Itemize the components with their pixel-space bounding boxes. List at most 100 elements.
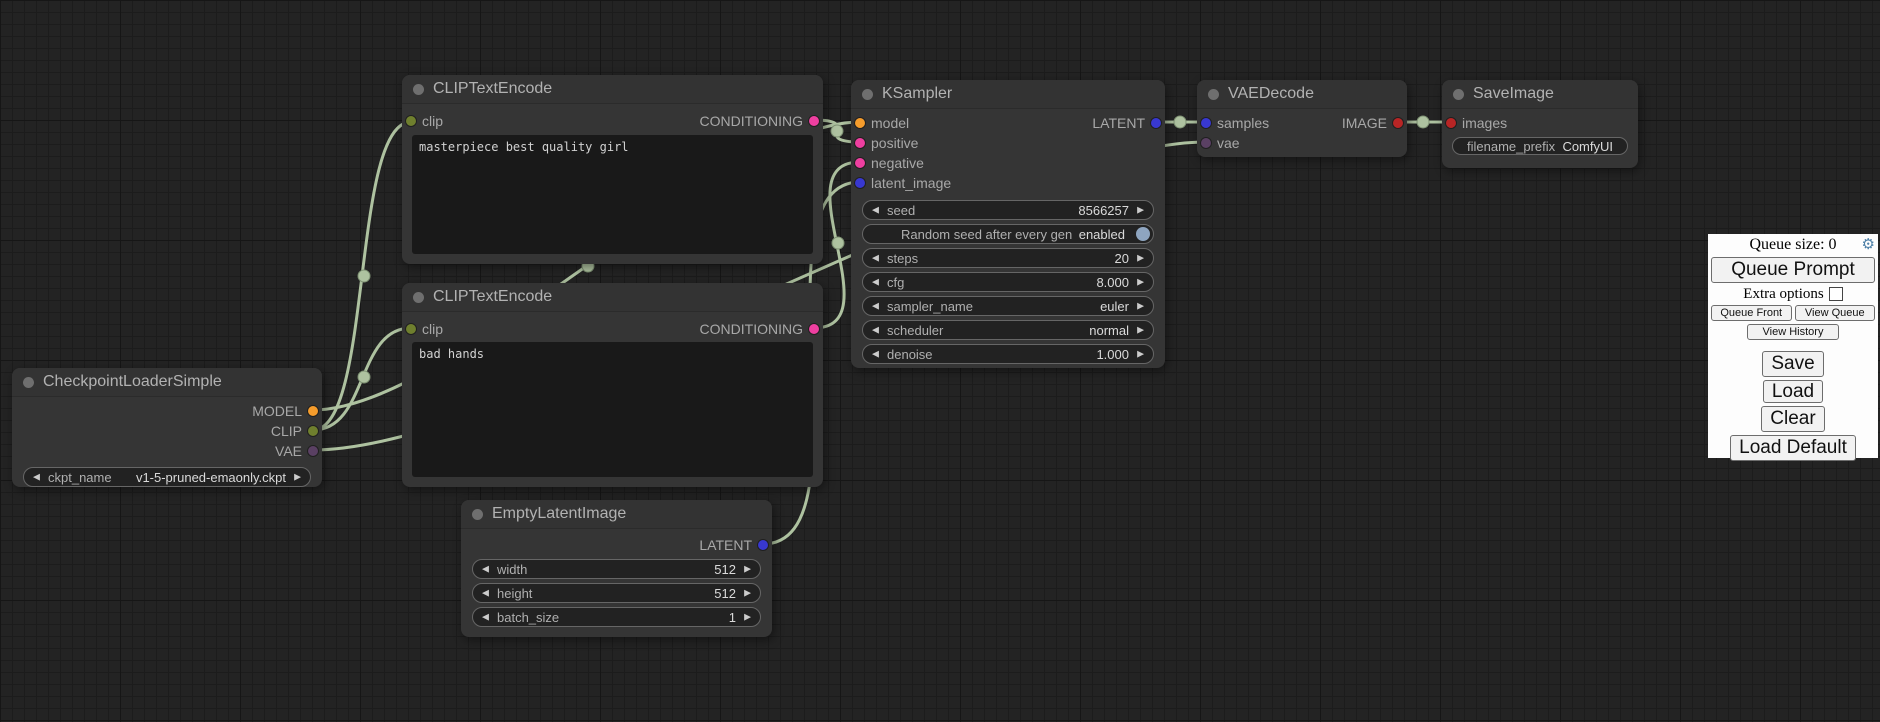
widget-label: sampler_name [887, 299, 1100, 314]
node-clip-text-encode-negative[interactable]: CLIPTextEncode clip CONDITIONING bad han… [402, 283, 823, 487]
decrement-arrow-icon[interactable]: ◀ [482, 565, 489, 574]
node-clip-text-encode-positive[interactable]: CLIPTextEncode clip CONDITIONING masterp… [402, 75, 823, 264]
widget-label: filename_prefix [1467, 139, 1562, 154]
node-save-image[interactable]: SaveImage images filename_prefix ComfyUI [1442, 80, 1638, 168]
input-label-negative: negative [871, 155, 924, 171]
model-output-port[interactable] [308, 406, 318, 416]
positive-input-port[interactable] [855, 138, 865, 148]
increment-arrow-icon[interactable]: ▶ [294, 473, 301, 482]
toggle-knob-icon[interactable] [1136, 227, 1150, 241]
vae-input-port[interactable] [1201, 138, 1211, 148]
collapse-dot-icon[interactable] [862, 89, 873, 100]
latent-output-port[interactable] [758, 540, 768, 550]
node-title-bar[interactable]: CheckpointLoaderSimple [12, 368, 322, 397]
output-label-conditioning: CONDITIONING [700, 113, 803, 129]
save-button[interactable]: Save [1762, 351, 1823, 377]
samples-input-port[interactable] [1201, 118, 1211, 128]
node-title-bar[interactable]: SaveImage [1442, 80, 1638, 109]
decrement-arrow-icon[interactable]: ◀ [33, 473, 40, 482]
node-empty-latent-image[interactable]: EmptyLatentImage LATENT ◀ width 512 ▶ ◀ … [461, 500, 772, 637]
input-label-images: images [1462, 115, 1507, 131]
node-ksampler[interactable]: KSampler model LATENT positive negative … [851, 80, 1165, 368]
link-midpoint-dot [358, 371, 370, 383]
node-checkpoint-loader[interactable]: CheckpointLoaderSimple MODEL CLIP VAE ◀ … [12, 368, 322, 487]
latent-output-port[interactable] [1151, 118, 1161, 128]
decrement-arrow-icon[interactable]: ◀ [872, 350, 879, 359]
filename-prefix-widget[interactable]: filename_prefix ComfyUI [1452, 137, 1628, 155]
widget-value: normal [1089, 323, 1129, 338]
view-history-button[interactable]: View History [1747, 324, 1839, 340]
model-input-port[interactable] [855, 118, 865, 128]
clear-button[interactable]: Clear [1761, 406, 1824, 432]
negative-input-port[interactable] [855, 158, 865, 168]
decrement-arrow-icon[interactable]: ◀ [872, 206, 879, 215]
conditioning-output-port[interactable] [809, 324, 819, 334]
increment-arrow-icon[interactable]: ▶ [1137, 326, 1144, 335]
random-seed-toggle-widget[interactable]: Random seed after every gen enabled [862, 224, 1154, 244]
decrement-arrow-icon[interactable]: ◀ [482, 613, 489, 622]
increment-arrow-icon[interactable]: ▶ [744, 565, 751, 574]
collapse-dot-icon[interactable] [1208, 89, 1219, 100]
clip-input-port[interactable] [406, 116, 416, 126]
ckpt-name-widget[interactable]: ◀ ckpt_name v1-5-pruned-emaonly.ckpt ▶ [23, 467, 311, 487]
prompt-textarea[interactable]: bad hands [412, 342, 813, 477]
increment-arrow-icon[interactable]: ▶ [1137, 206, 1144, 215]
node-vae-decode[interactable]: VAEDecode samples IMAGE vae [1197, 80, 1407, 157]
scheduler-widget[interactable]: ◀ scheduler normal ▶ [862, 320, 1154, 340]
clip-output-port[interactable] [308, 426, 318, 436]
increment-arrow-icon[interactable]: ▶ [1137, 278, 1144, 287]
node-title-bar[interactable]: CLIPTextEncode [402, 75, 823, 104]
collapse-dot-icon[interactable] [413, 292, 424, 303]
decrement-arrow-icon[interactable]: ◀ [872, 302, 879, 311]
node-title-bar[interactable]: CLIPTextEncode [402, 283, 823, 312]
vae-output-port[interactable] [308, 446, 318, 456]
widget-label: height [497, 586, 714, 601]
queue-prompt-button[interactable]: Queue Prompt [1711, 257, 1875, 283]
decrement-arrow-icon[interactable]: ◀ [872, 326, 879, 335]
extra-options-label: Extra options [1743, 286, 1823, 303]
steps-widget[interactable]: ◀ steps 20 ▶ [862, 248, 1154, 268]
batch-size-widget[interactable]: ◀ batch_size 1 ▶ [472, 607, 761, 627]
load-button[interactable]: Load [1763, 380, 1823, 403]
collapse-dot-icon[interactable] [23, 377, 34, 388]
clip-input-port[interactable] [406, 324, 416, 334]
node-title: EmptyLatentImage [492, 505, 626, 523]
increment-arrow-icon[interactable]: ▶ [1137, 350, 1144, 359]
decrement-arrow-icon[interactable]: ◀ [872, 254, 879, 263]
height-widget[interactable]: ◀ height 512 ▶ [472, 583, 761, 603]
widget-value: 512 [714, 586, 736, 601]
output-label-clip: CLIP [271, 423, 302, 439]
seed-widget[interactable]: ◀ seed 8566257 ▶ [862, 200, 1154, 220]
output-label-model: MODEL [252, 403, 302, 419]
denoise-widget[interactable]: ◀ denoise 1.000 ▶ [862, 344, 1154, 364]
view-queue-button[interactable]: View Queue [1795, 305, 1876, 321]
collapse-dot-icon[interactable] [1453, 89, 1464, 100]
conditioning-output-port[interactable] [809, 116, 819, 126]
widget-label: Random seed after every gen [887, 227, 1079, 242]
queue-front-button[interactable]: Queue Front [1711, 305, 1792, 321]
widget-value: 1.000 [1096, 347, 1129, 362]
increment-arrow-icon[interactable]: ▶ [1137, 302, 1144, 311]
load-default-button[interactable]: Load Default [1730, 435, 1856, 461]
latent-image-input-port[interactable] [855, 178, 865, 188]
prompt-textarea[interactable]: masterpiece best quality girl [412, 135, 813, 254]
decrement-arrow-icon[interactable]: ◀ [872, 278, 879, 287]
queue-menu-panel: Queue size: 0 ⚙ Queue Prompt Extra optio… [1708, 234, 1878, 458]
collapse-dot-icon[interactable] [472, 509, 483, 520]
widget-value: 1 [729, 610, 736, 625]
width-widget[interactable]: ◀ width 512 ▶ [472, 559, 761, 579]
decrement-arrow-icon[interactable]: ◀ [482, 589, 489, 598]
increment-arrow-icon[interactable]: ▶ [744, 613, 751, 622]
image-output-port[interactable] [1393, 118, 1403, 128]
node-title-bar[interactable]: KSampler [851, 80, 1165, 109]
images-input-port[interactable] [1446, 118, 1456, 128]
increment-arrow-icon[interactable]: ▶ [1137, 254, 1144, 263]
increment-arrow-icon[interactable]: ▶ [744, 589, 751, 598]
extra-options-checkbox[interactable] [1829, 287, 1843, 301]
sampler-name-widget[interactable]: ◀ sampler_name euler ▶ [862, 296, 1154, 316]
settings-gear-icon[interactable]: ⚙ [1862, 235, 1875, 254]
node-title-bar[interactable]: EmptyLatentImage [461, 500, 772, 529]
collapse-dot-icon[interactable] [413, 84, 424, 95]
cfg-widget[interactable]: ◀ cfg 8.000 ▶ [862, 272, 1154, 292]
node-title-bar[interactable]: VAEDecode [1197, 80, 1407, 109]
